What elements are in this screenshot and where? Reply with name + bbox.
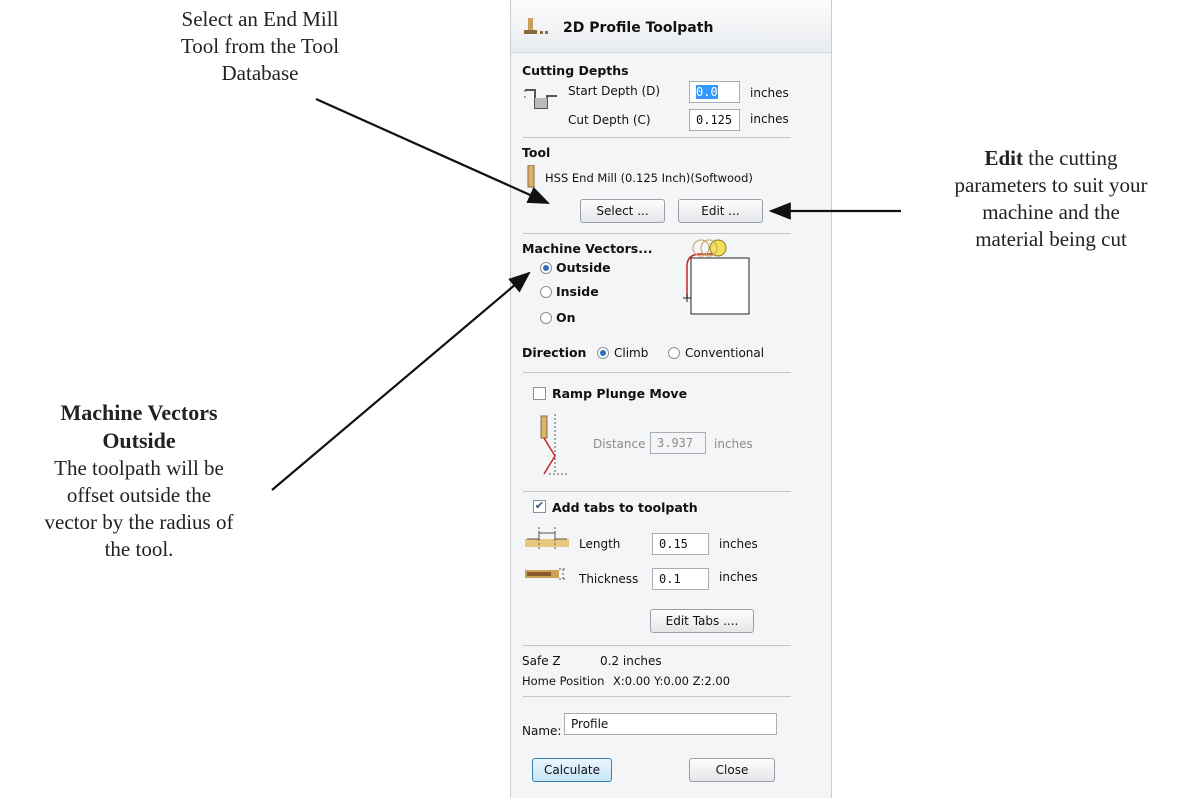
arrow-to-select-button — [315, 97, 551, 205]
arrow-to-outside-radio — [271, 271, 531, 491]
callout-arrows — [271, 97, 901, 491]
